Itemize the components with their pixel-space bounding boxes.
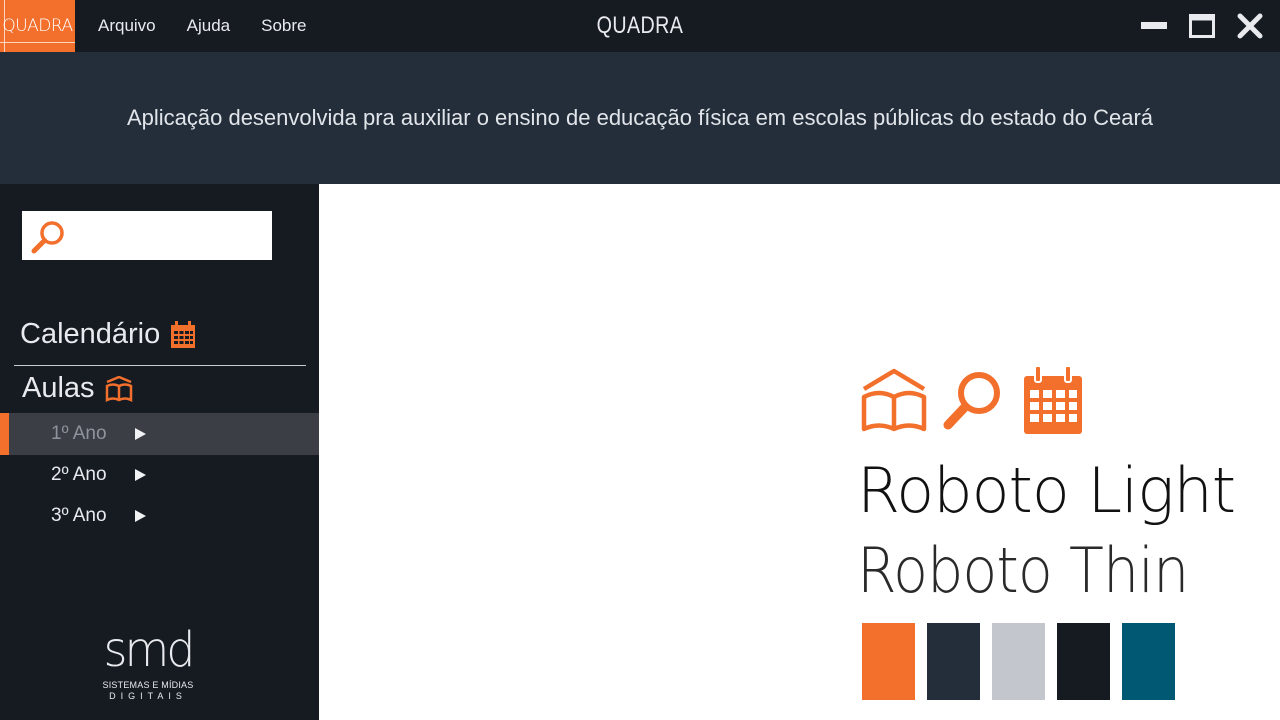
icon-showcase	[860, 366, 1084, 436]
book-icon	[861, 368, 927, 432]
menu-bar: Arquivo Ajuda Sobre	[98, 0, 338, 52]
calendar-icon	[170, 320, 196, 349]
year-label: 1º Ano	[51, 423, 107, 444]
sidebar-divider	[14, 365, 306, 366]
font-sample-light: Roboto Light	[857, 454, 1236, 527]
minimize-icon	[1141, 22, 1167, 29]
color-swatch-slate	[927, 623, 980, 700]
search-icon	[943, 372, 1000, 430]
smd-logo-line2: DIGITAIS	[109, 691, 187, 701]
maximize-button[interactable]	[1184, 8, 1220, 44]
book-icon	[105, 375, 133, 402]
maximize-icon	[1189, 14, 1215, 38]
smd-logo-line1: SISTEMAS E MÍDIAS	[102, 680, 194, 690]
app-logo-text: QUADRA	[2, 16, 73, 36]
year-label: 2º Ano	[51, 464, 107, 485]
close-icon	[1237, 13, 1263, 39]
menu-item-sobre[interactable]: Sobre	[261, 16, 306, 36]
smd-logo-mark: smd	[103, 620, 196, 678]
banner-text: Aplicação desenvolvida pra auxiliar o en…	[126, 105, 1154, 130]
color-swatch-orange	[862, 623, 915, 700]
sidebar-item-3-ano[interactable]: 3º Ano	[0, 495, 319, 537]
sidebar: Calendário Aulas 1º Ano 2º Ano 3º Ano sm…	[0, 184, 319, 720]
color-swatch-light-gray	[992, 623, 1045, 700]
sidebar-item-2-ano[interactable]: 2º Ano	[0, 454, 319, 496]
window-controls	[1136, 0, 1280, 52]
smd-logo: smd SISTEMAS E MÍDIAS DIGITAIS	[96, 620, 200, 704]
font-sample-thin: Roboto Thin	[857, 534, 1189, 607]
calendar-icon	[1024, 366, 1082, 434]
sidebar-item-aulas[interactable]: Aulas	[22, 372, 133, 405]
calendar-label: Calendário	[20, 318, 161, 350]
search-icon	[31, 221, 64, 254]
menu-item-ajuda[interactable]: Ajuda	[187, 16, 230, 36]
minimize-button[interactable]	[1136, 8, 1172, 44]
close-button[interactable]	[1232, 8, 1268, 44]
color-swatch-teal	[1122, 623, 1175, 700]
year-label: 3º Ano	[51, 505, 107, 526]
main-content: Roboto Light Roboto Thin	[319, 184, 1280, 720]
sidebar-item-calendario[interactable]: Calendário	[20, 318, 196, 351]
color-palette	[862, 623, 1187, 700]
color-swatch-dark	[1057, 623, 1110, 700]
description-banner: Aplicação desenvolvida pra auxiliar o en…	[0, 52, 1280, 184]
title-bar: QUADRA QUADRA Arquivo Ajuda Sobre	[0, 0, 1280, 52]
search-input[interactable]	[70, 219, 264, 253]
app-logo: QUADRA	[0, 0, 75, 52]
sidebar-item-1-ano[interactable]: 1º Ano	[0, 413, 319, 455]
play-arrow-icon	[135, 469, 146, 481]
play-arrow-icon	[135, 428, 146, 440]
search-box[interactable]	[22, 211, 272, 260]
menu-item-arquivo[interactable]: Arquivo	[98, 16, 156, 36]
lessons-label: Aulas	[22, 372, 95, 404]
play-arrow-icon	[135, 510, 146, 522]
